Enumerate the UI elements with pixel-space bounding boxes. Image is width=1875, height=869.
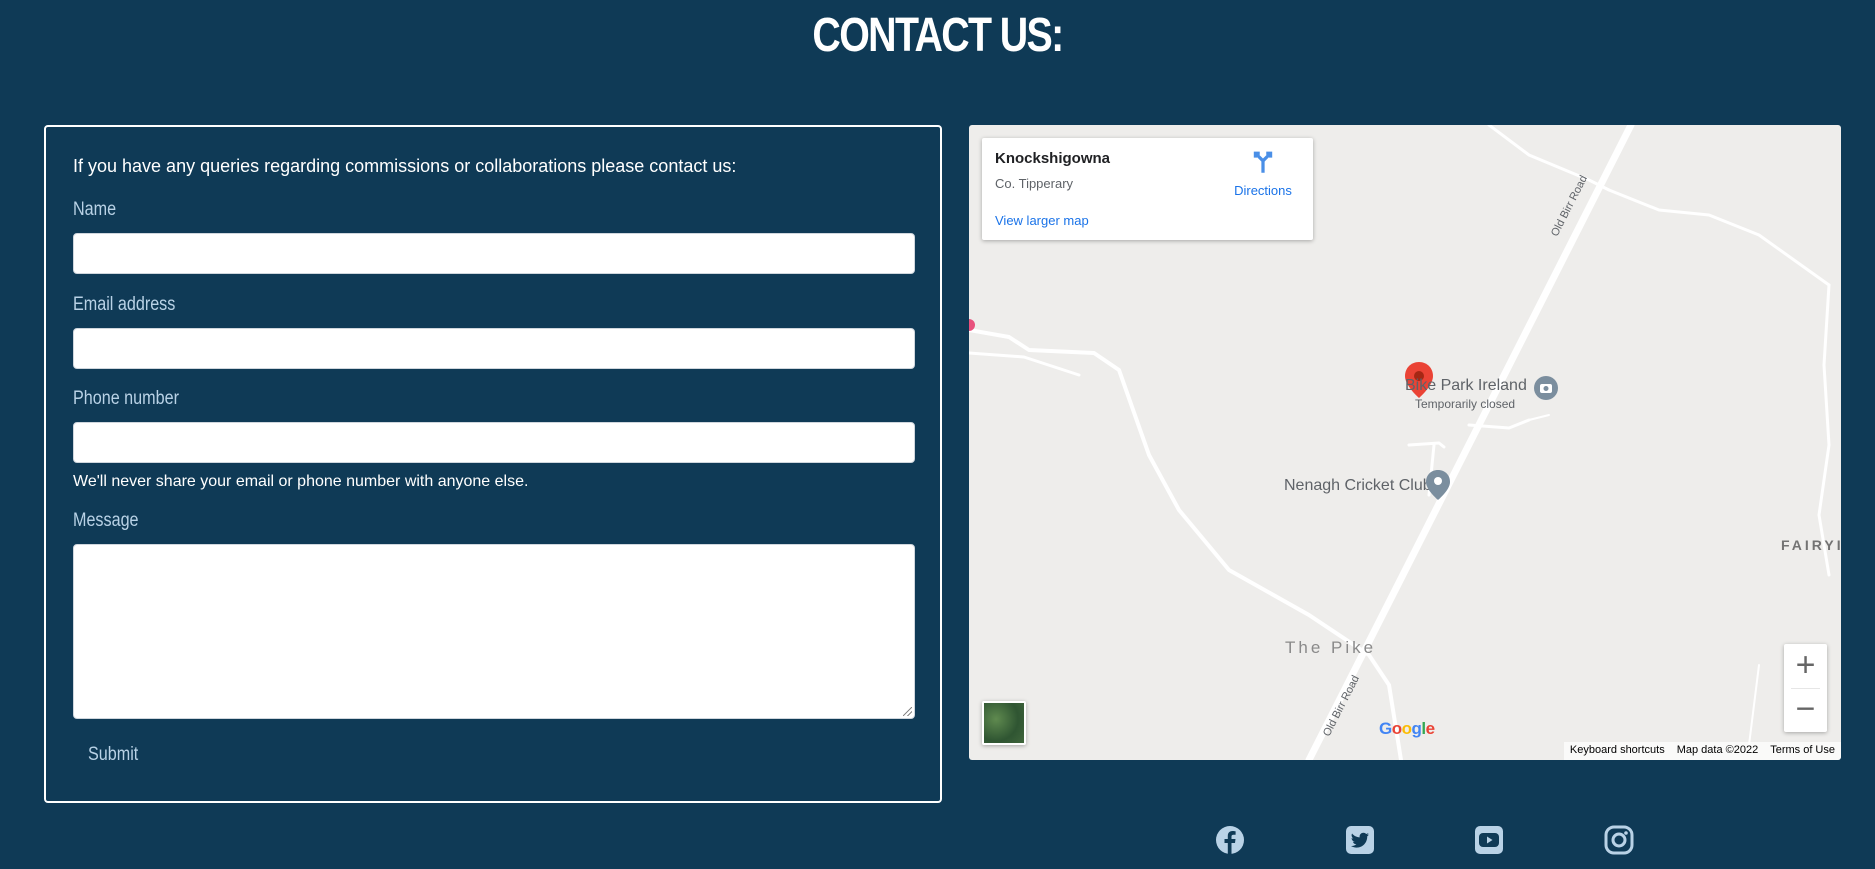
submit-button[interactable]: Submit — [88, 744, 138, 766]
map-embed[interactable]: Knockshigowna Co. Tipperary View larger … — [969, 125, 1841, 760]
map-data-text: Map data ©2022 — [1676, 744, 1759, 756]
bike-park-label[interactable]: Bike Park Ireland — [1405, 377, 1527, 395]
resize-grip-icon[interactable] — [903, 707, 912, 716]
name-label: Name — [73, 199, 117, 220]
phone-label: Phone number — [73, 388, 179, 409]
page-title: CONTACT US: — [812, 9, 1064, 62]
camera-poi-icon[interactable] — [1533, 375, 1559, 401]
message-textarea[interactable] — [73, 544, 915, 719]
map-attribution-bar: Keyboard shortcuts Map data ©2022 Terms … — [1563, 742, 1841, 760]
directions-button[interactable]: Directions — [1231, 150, 1295, 198]
view-larger-map-link[interactable]: View larger map — [995, 213, 1089, 228]
name-input[interactable] — [73, 233, 915, 274]
the-pike-label: The Pike — [1285, 638, 1377, 657]
email-label: Email address — [73, 294, 176, 315]
cricket-club-label[interactable]: Nenagh Cricket Club — [1284, 477, 1432, 495]
place-info-card: Knockshigowna Co. Tipperary View larger … — [982, 138, 1313, 240]
email-input[interactable] — [73, 328, 915, 369]
terms-of-use-link[interactable]: Terms of Use — [1764, 742, 1841, 760]
directions-icon — [1253, 151, 1273, 173]
keyboard-shortcuts-link[interactable]: Keyboard shortcuts — [1564, 742, 1671, 760]
fairy-label: FAIRYI — [1781, 537, 1841, 553]
place-name: Knockshigowna — [995, 150, 1111, 167]
youtube-icon[interactable] — [1474, 825, 1504, 855]
contact-form: If you have any queries regarding commis… — [44, 125, 942, 803]
map-marker-icon[interactable] — [1425, 469, 1451, 501]
zoom-out-button[interactable]: − — [1784, 688, 1827, 732]
offscreen-pin-icon — [969, 319, 975, 331]
privacy-note: We'll never share your email or phone nu… — [73, 473, 529, 490]
message-label: Message — [73, 510, 139, 531]
instagram-icon[interactable] — [1604, 825, 1634, 855]
twitter-icon[interactable] — [1345, 825, 1375, 855]
form-intro-text: If you have any queries regarding commis… — [73, 156, 737, 176]
google-logo: Google — [1379, 719, 1435, 738]
satellite-layer-toggle[interactable] — [982, 701, 1026, 745]
directions-label: Directions — [1234, 183, 1292, 198]
zoom-controls: + − — [1784, 644, 1827, 732]
phone-input[interactable] — [73, 422, 915, 463]
place-region: Co. Tipperary — [995, 176, 1074, 191]
facebook-icon[interactable] — [1215, 825, 1245, 855]
bike-park-status: Temporarily closed — [1415, 397, 1516, 411]
zoom-in-button[interactable]: + — [1784, 644, 1827, 688]
